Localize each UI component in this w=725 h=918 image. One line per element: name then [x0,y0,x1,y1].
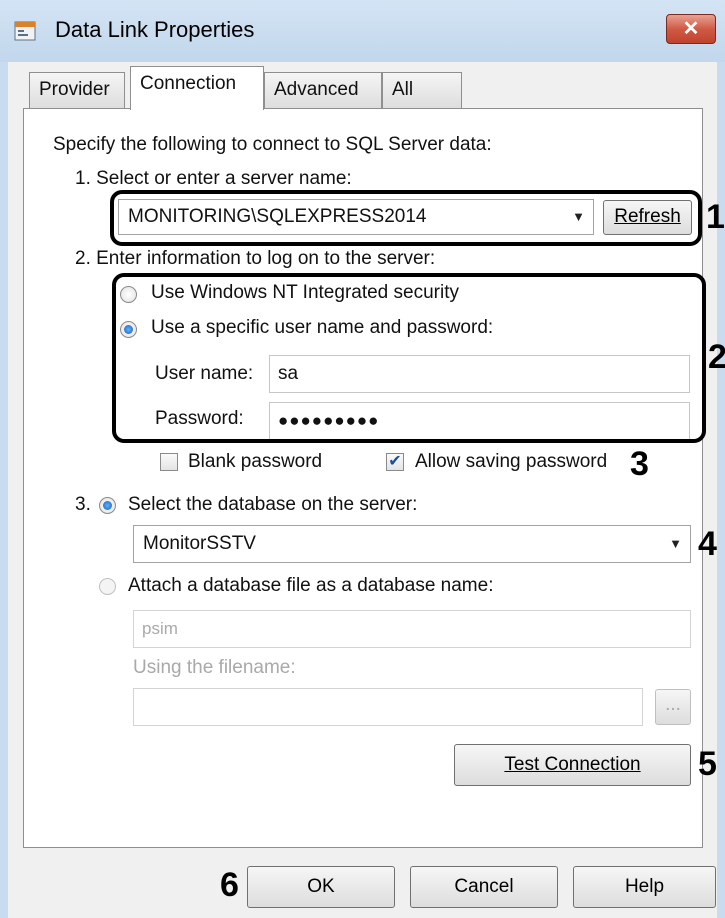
radio-select-database[interactable] [99,497,116,514]
data-link-icon [14,21,36,41]
callout-number-3: 3 [630,445,649,483]
select-database-label[interactable]: Select the database on the server: [128,494,417,516]
callout-number-4: 4 [698,525,717,563]
filename-label: Using the filename: [133,657,296,678]
test-connection-label: Test Connection [504,754,641,775]
blank-password-checkbox[interactable] [160,453,178,471]
step1-label: 1. Select or enter a server name: [75,168,352,189]
close-button[interactable]: ✕ [666,14,716,44]
intro-text: Specify the following to connect to SQL … [53,134,492,155]
ok-button[interactable]: OK [247,866,395,908]
database-value: MonitorSSTV [143,533,256,554]
tab-advanced[interactable]: Advanced [264,72,382,110]
callout-box-server [110,190,702,246]
allow-saving-label[interactable]: Allow saving password [415,451,607,473]
blank-password-label[interactable]: Blank password [188,451,322,473]
radio-attach-file[interactable] [99,578,116,595]
database-combo[interactable]: MonitorSSTV ▼ [133,525,691,563]
help-button[interactable]: Help [573,866,716,908]
cancel-button[interactable]: Cancel [410,866,558,908]
filename-field[interactable] [133,688,643,726]
callout-number-1: 1 [706,198,725,236]
callout-number-5: 5 [698,745,717,783]
attach-name-field[interactable]: psim [133,610,691,648]
step2-label: 2. Enter information to log on to the se… [75,248,436,269]
step3-prefix: 3. [75,494,91,515]
tab-all[interactable]: All [382,72,462,110]
callout-box-logon [112,273,706,443]
callout-number-6: 6 [220,866,239,904]
test-connection-button[interactable]: Test Connection [454,744,691,786]
dropdown-arrow-icon[interactable]: ▼ [669,526,682,562]
browse-button[interactable]: ... [655,689,691,725]
attach-label[interactable]: Attach a database file as a database nam… [128,575,493,597]
tab-provider[interactable]: Provider [29,72,125,110]
tab-connection[interactable]: Connection [130,66,264,110]
callout-number-2: 2 [708,338,725,376]
window-title: Data Link Properties [55,17,255,42]
allow-saving-checkbox[interactable]: ✔ [386,453,404,471]
